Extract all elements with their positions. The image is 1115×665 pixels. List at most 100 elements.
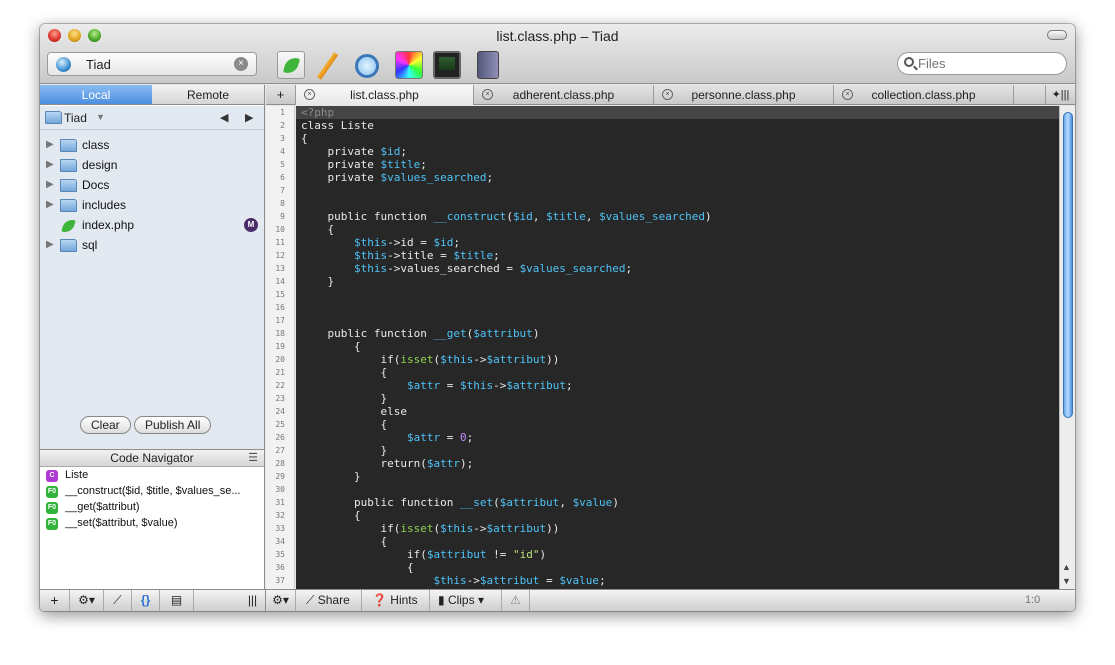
calendar-icon[interactable]: ▤ [160, 590, 194, 611]
tab-remote[interactable]: Remote [152, 85, 264, 104]
hints-button[interactable]: ❓ Hints [362, 590, 430, 611]
chevron-down-icon[interactable]: ▼ [96, 112, 105, 122]
publish-all-button[interactable]: Publish All [134, 416, 212, 434]
edit-mode-button[interactable] [277, 51, 305, 79]
tab-list-class-php[interactable]: × list.class.php [296, 85, 474, 105]
navigator-item-class[interactable]: C Liste [40, 468, 264, 484]
editor-gear-icon[interactable]: ⚙▾ [266, 590, 296, 611]
code-line[interactable]: { [296, 340, 1059, 353]
navigator-item-function[interactable]: F0 __get($attribut) [40, 500, 264, 516]
disclosure-icon[interactable]: ▶ [46, 239, 54, 250]
code-line[interactable]: $this->values_searched = $values_searche… [296, 262, 1059, 275]
code-line[interactable] [296, 197, 1059, 210]
code-line[interactable]: if(isset($this->$attribut)) [296, 522, 1059, 535]
code-editor[interactable]: <?php class Liste{ private $id; private $… [296, 106, 1059, 589]
resize-handle-icon[interactable]: ||| [240, 590, 266, 611]
tree-item-design[interactable]: ▶ design [40, 156, 264, 176]
tree-item-class[interactable]: ▶ class [40, 136, 264, 156]
site-selector[interactable]: Tiad × [47, 52, 257, 76]
clear-button[interactable]: Clear [80, 416, 131, 434]
line-number: 18 [275, 329, 285, 338]
code-line[interactable]: $attr = 0; [296, 431, 1059, 444]
terminal-icon[interactable] [433, 51, 461, 79]
disclosure-icon[interactable]: ▶ [46, 179, 54, 190]
book-icon[interactable] [477, 51, 499, 79]
code-line[interactable]: } [296, 444, 1059, 457]
tree-item-docs[interactable]: ▶ Docs [40, 176, 264, 196]
code-line[interactable]: public function __construct($id, $title,… [296, 210, 1059, 223]
files-search[interactable] [897, 52, 1067, 75]
code-line[interactable]: $attr = $this->$attribut; [296, 379, 1059, 392]
tab-collection-class-php[interactable]: × collection.class.php [834, 85, 1014, 105]
code-line[interactable]: } [296, 392, 1059, 405]
tree-item-index-php[interactable]: index.php M [40, 216, 264, 236]
tab-local[interactable]: Local [40, 85, 152, 104]
pencil-icon[interactable] [313, 51, 341, 79]
code-line[interactable] [296, 288, 1059, 301]
toolbar-toggle-button[interactable] [1047, 30, 1067, 40]
tree-root[interactable]: Tiad ▼ ◀ ▶ [40, 106, 264, 130]
code-line[interactable]: } [296, 275, 1059, 288]
code-line[interactable]: $this->id = $id; [296, 236, 1059, 249]
warning-icon[interactable]: ⚠ [502, 590, 530, 611]
code-line[interactable]: $this->title = $title; [296, 249, 1059, 262]
tab-personne-class-php[interactable]: × personne.class.php [654, 85, 834, 105]
add-button[interactable]: + [40, 590, 70, 611]
vertical-scrollbar[interactable]: ▲ ▼ [1059, 106, 1075, 589]
preview-magnifier-icon[interactable] [352, 51, 380, 79]
code-line[interactable]: { [296, 561, 1059, 574]
tree-item-label: includes [82, 198, 127, 212]
share-button[interactable]: ⟋ Share [296, 590, 362, 611]
rss-icon[interactable]: ⟋ [104, 590, 132, 611]
disclosure-icon[interactable]: ▶ [46, 159, 54, 170]
forward-arrow-icon[interactable]: ▶ [245, 111, 253, 124]
code-line[interactable] [296, 184, 1059, 197]
code-line[interactable]: { [296, 509, 1059, 522]
menu-lines-icon[interactable]: ☰ [248, 450, 258, 467]
gear-icon[interactable]: ⚙▾ [70, 590, 104, 611]
code-line[interactable]: { [296, 535, 1059, 548]
code-line[interactable]: private $id; [296, 145, 1059, 158]
code-line[interactable] [296, 301, 1059, 314]
back-arrow-icon[interactable]: ◀ [220, 111, 228, 124]
line-number: 23 [275, 394, 285, 403]
code-line[interactable]: if($attribut != "id") [296, 548, 1059, 561]
braces-icon[interactable]: {} [132, 590, 160, 611]
new-tab-button[interactable]: + [266, 85, 296, 105]
scroll-up-arrow-icon[interactable]: ▲ [1062, 562, 1071, 572]
color-picker-icon[interactable] [395, 51, 423, 79]
files-search-input[interactable] [916, 55, 1056, 72]
code-line[interactable] [296, 314, 1059, 327]
code-line[interactable]: { [296, 418, 1059, 431]
tree-item-includes[interactable]: ▶ includes [40, 196, 264, 216]
line-number: 10 [275, 225, 285, 234]
tree-item-sql[interactable]: ▶ sql [40, 236, 264, 256]
code-line[interactable]: $this->$attribut = $value; [296, 574, 1059, 587]
code-line[interactable]: <?php [296, 106, 1059, 119]
code-line[interactable]: { [296, 132, 1059, 145]
clear-site-icon[interactable]: × [234, 57, 248, 71]
disclosure-icon[interactable]: ▶ [46, 139, 54, 150]
code-line[interactable]: return($attr); [296, 457, 1059, 470]
scroll-down-arrow-icon[interactable]: ▼ [1062, 576, 1071, 586]
tab-overflow-button[interactable]: ✦||| [1045, 85, 1075, 105]
line-number: 8 [280, 199, 285, 208]
code-line[interactable]: { [296, 223, 1059, 236]
navigator-item-function[interactable]: F0 __construct($id, $title, $values_se..… [40, 484, 264, 500]
code-line[interactable]: class Liste [296, 119, 1059, 132]
clips-button[interactable]: ▮ Clips ▾ [430, 590, 502, 611]
code-line[interactable]: else [296, 405, 1059, 418]
code-line[interactable]: if(isset($this->$attribut)) [296, 353, 1059, 366]
code-line[interactable]: private $title; [296, 158, 1059, 171]
code-line[interactable]: } [296, 470, 1059, 483]
navigator-item-function[interactable]: F0 __set($attribut, $value) [40, 516, 264, 532]
tab-adherent-class-php[interactable]: × adherent.class.php [474, 85, 654, 105]
line-number: 27 [275, 446, 285, 455]
code-line[interactable]: private $values_searched; [296, 171, 1059, 184]
code-line[interactable]: public function __get($attribut) [296, 327, 1059, 340]
code-line[interactable]: public function __set($attribut, $value) [296, 496, 1059, 509]
scrollbar-thumb[interactable] [1063, 112, 1073, 418]
code-line[interactable] [296, 483, 1059, 496]
code-line[interactable]: { [296, 366, 1059, 379]
disclosure-icon[interactable]: ▶ [46, 199, 54, 210]
